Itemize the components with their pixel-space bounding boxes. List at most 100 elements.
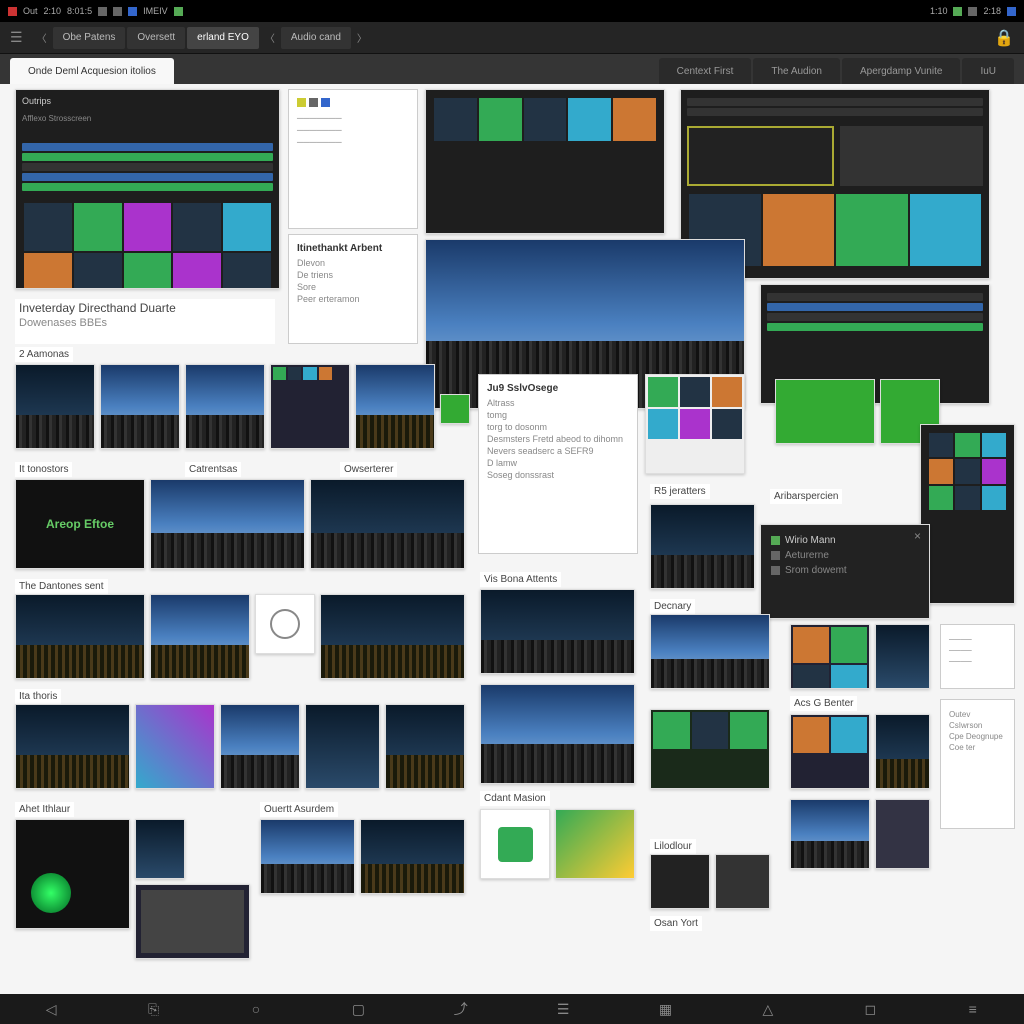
thumbnail[interactable] [790,714,870,789]
chevron-left-icon[interactable]: 〈 [265,30,275,45]
side-panel[interactable]: ───────────────────── [288,89,418,229]
thumbnail[interactable] [150,594,250,679]
list-item: Desmsters Fretd abeod to dihomn [487,434,629,444]
thumbnail[interactable] [255,594,315,654]
thumbnail[interactable] [360,819,465,894]
apps-icon[interactable]: ▢ [346,999,370,1019]
menu-icon[interactable]: ☰ [551,999,575,1019]
thumbnail[interactable] [480,589,635,674]
side-panel[interactable]: Outev CsIwrson Cpe Deognupe Coe ter [940,699,1015,829]
color-swatch[interactable] [440,394,470,424]
thumbnail[interactable] [480,809,550,879]
clock-text: 1:10 [930,6,948,16]
card-title: Wirio Mann [785,535,836,546]
status-text: Out [23,6,38,16]
thumbnail[interactable] [320,594,465,679]
thumbnail[interactable] [15,594,145,679]
thumbnail[interactable] [775,379,875,444]
toolbar-button[interactable]: Audio cand [281,27,351,49]
thumbnail[interactable] [425,89,665,234]
section-header: Inveterday Directhand Duarte Dowenases B… [15,299,275,344]
thumbnail[interactable] [790,624,870,689]
toolbar-button[interactable]: Oversett [127,27,185,49]
thumbnail[interactable] [135,704,215,789]
back-icon[interactable]: ◁ [39,999,63,1019]
thumbnail[interactable] [185,364,265,449]
thumbnail[interactable] [260,819,355,894]
thumbnail[interactable] [715,854,770,909]
thumbnail-panel[interactable]: Outrips Afflexo Strosscreen [15,89,280,289]
home-icon[interactable]: ○ [244,999,268,1019]
thumbnail[interactable] [310,479,465,569]
thumbnail[interactable] [150,479,305,569]
lock-icon[interactable]: 🔒 [994,28,1014,48]
thumbnail[interactable] [15,704,130,789]
thumbnail[interactable] [480,684,635,784]
toolbar-button[interactable]: Obe Patens [53,27,126,49]
app-icon [174,7,183,16]
tab[interactable]: Centext First [659,58,752,84]
share-icon[interactable]: ⤴ [449,999,473,1019]
close-icon[interactable]: × [914,529,921,543]
caption: Acs G Benter [790,696,857,711]
caption: Ita thoris [15,689,61,704]
tab[interactable]: The Audion [753,58,840,84]
chevron-right-icon[interactable]: 〉 [357,30,367,45]
caption: It tonostors [15,462,72,477]
tab[interactable]: Onde Deml Acquesion itolios [10,58,174,84]
thumbnail[interactable] [650,854,710,909]
chevron-left-icon[interactable]: 〈 [37,30,47,45]
thumbnail[interactable] [645,374,745,474]
list-item[interactable]: Dlevon [297,258,409,268]
thumbnail[interactable] [790,799,870,869]
grid-icon[interactable]: ▦ [654,999,678,1019]
caption: Decnary [650,599,695,614]
thumbnail[interactable] [875,624,930,689]
thumbnail[interactable] [650,709,770,789]
list-item[interactable]: De triens [297,270,409,280]
thumbnail[interactable] [875,714,930,789]
caption: Ahet Ithlaur [15,802,74,817]
thumbnail[interactable] [100,364,180,449]
tab[interactable]: IuU [962,58,1014,84]
section-title: Inveterday Directhand Duarte [19,301,271,315]
thumbnail[interactable] [220,704,300,789]
thumbnail[interactable] [650,504,755,589]
thumbnail[interactable] [135,884,250,959]
list-item[interactable]: Peer erteramon [297,294,409,304]
side-panel[interactable]: Itinethankt Arbent Dlevon De triens Sore… [288,234,418,344]
overlay-card[interactable]: Wirio Mann Aeturerne Srom dowemt × [760,524,930,619]
window-icon[interactable]: ◻ [858,999,882,1019]
thumbnail[interactable]: Areop Eftoe [15,479,145,569]
orb-icon [31,873,71,913]
tab[interactable]: Apergdamp Vunite [842,58,960,84]
circle-icon [270,609,300,639]
list-item: Soseg donssrast [487,470,629,480]
tag-icon [297,98,306,107]
thumbnail[interactable] [270,364,350,449]
tab-icon[interactable]: ⎘ [142,999,166,1019]
app-icon [98,7,107,16]
toolbar-button[interactable]: erland EYO [187,27,259,49]
thumbnail[interactable] [305,704,380,789]
thumbnail[interactable] [135,819,185,879]
menu-icon[interactable]: ☰ [10,29,23,46]
thumbnail[interactable] [15,364,95,449]
up-icon[interactable]: △ [756,999,780,1019]
list-item: Outev [949,710,1006,719]
thumbnail[interactable] [650,614,770,689]
info-panel[interactable]: Ju9 SslvOsege Altrass tomg torg to doson… [478,374,638,554]
thumbnail[interactable] [15,819,130,929]
list-icon[interactable]: ≡ [961,999,985,1019]
list-item[interactable]: Sore [297,282,409,292]
thumbnail[interactable] [875,799,930,869]
thumbnail[interactable] [555,809,635,879]
caption: Cdant Masion [480,791,550,806]
content-area: Outrips Afflexo Strosscreen ────────────… [0,84,1024,994]
thumbnail[interactable] [385,704,465,789]
thumbnail[interactable] [355,364,435,449]
thumbnail-panel[interactable] [920,424,1015,604]
status-bar: Out 2:10 8:01:5 IMEIV 1:10 2:18 [0,0,1024,22]
list-item: D lamw [487,458,629,468]
side-panel[interactable]: ──────────── [940,624,1015,689]
